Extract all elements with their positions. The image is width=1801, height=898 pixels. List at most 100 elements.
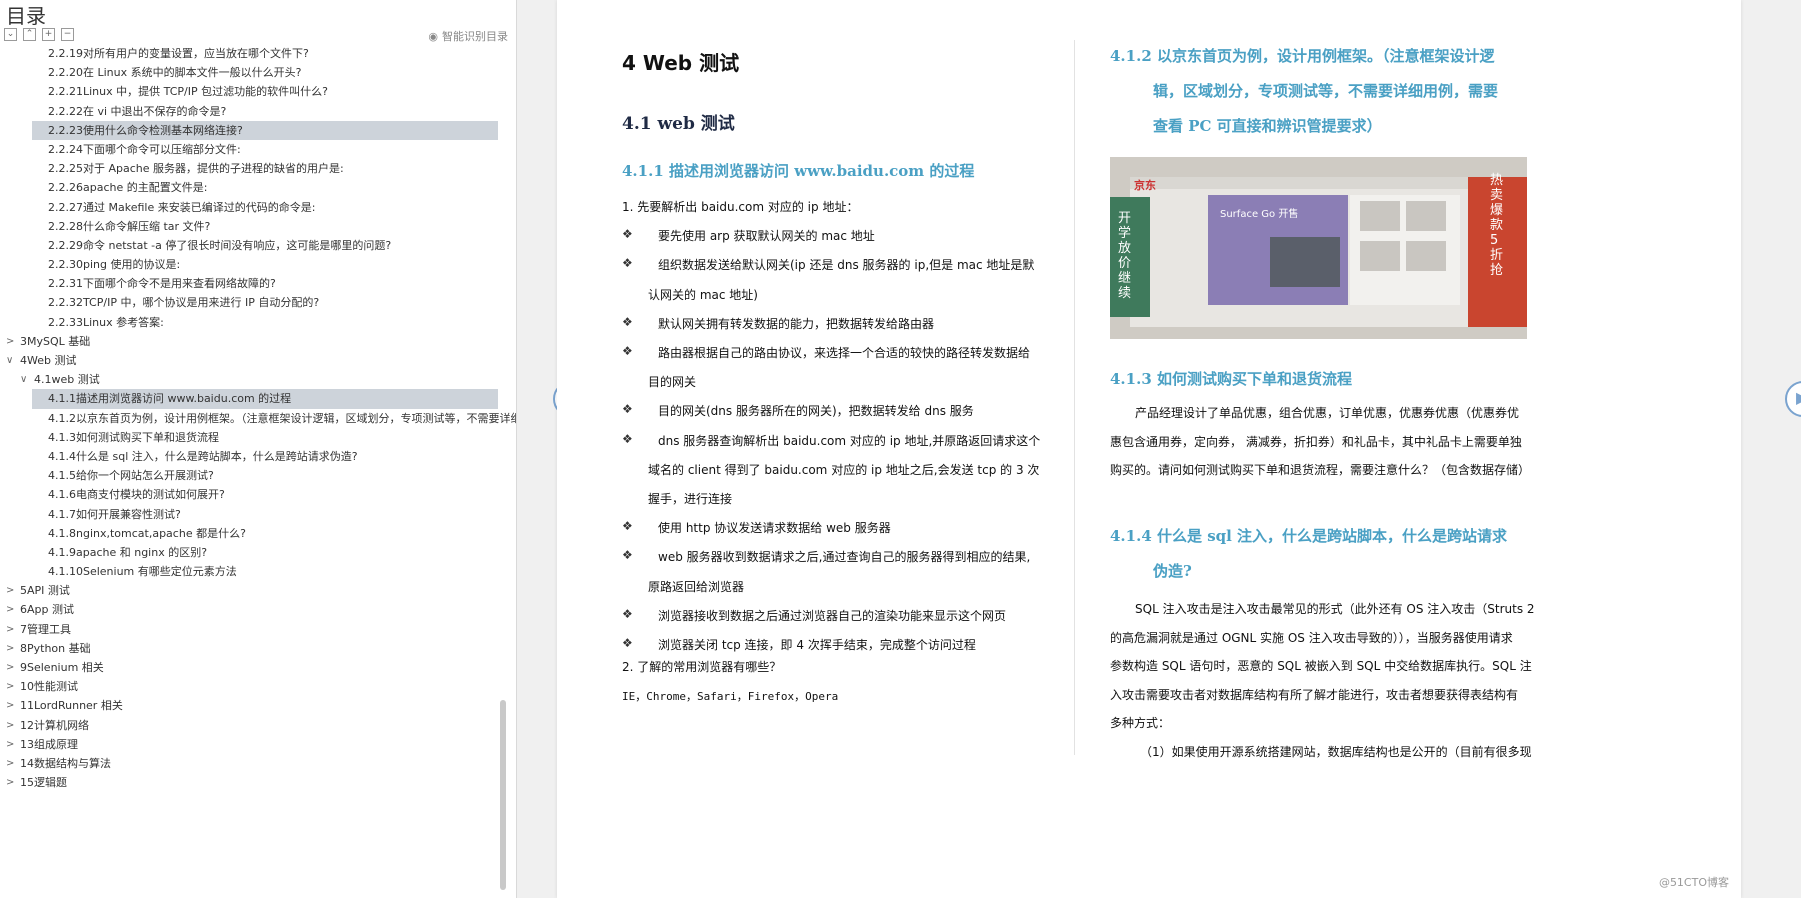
toc-item-label: 11LordRunner 相关 xyxy=(20,699,123,713)
toc-item-label: 4.1.8nginx,tomcat,apache 都是什么? xyxy=(48,526,246,540)
chevron-down-icon[interactable]: ∨ xyxy=(20,370,27,389)
toc-item[interactable]: 2.2.32TCP/IP 中，哪个协议是用来进行 IP 自动分配的? xyxy=(0,293,516,312)
toc-item-label: 4.1web 测试 xyxy=(34,373,100,387)
chevron-right-icon[interactable]: > xyxy=(6,600,14,619)
toc-item[interactable]: 2.2.21Linux 中，提供 TCP/IP 包过滤功能的软件叫什么? xyxy=(0,82,516,101)
toc-item[interactable]: >5API 测试 xyxy=(0,581,516,600)
bullet-icon: ❖ xyxy=(622,227,633,242)
expand-all-icon[interactable]: ⌃ xyxy=(23,28,36,41)
chevron-right-icon[interactable]: > xyxy=(6,754,14,773)
body-line: dns 服务器查询解析出 baidu.com 对应的 ip 地址,并原路返回请求… xyxy=(658,433,1041,448)
toc-item-label: 2.2.24下面哪个命令可以压缩部分文件: xyxy=(48,142,241,156)
toc-item[interactable]: 4.1.2以京东首页为例，设计用例框架。（注意框架设计逻辑，区域划分，专项测试等… xyxy=(0,409,516,428)
toc-item-label: 4.1.4什么是 sql 注入，什么是跨站脚本，什么是跨站请求伪造? xyxy=(48,449,358,463)
body-line: 组织数据发送给默认网关(ip 还是 dns 服务器的 ip,但是 mac 地址是… xyxy=(658,258,1035,273)
body-line: 产品经理设计了单品优惠，组合优惠，订单优惠，优惠券优惠（优惠券优 xyxy=(1135,406,1520,420)
chevron-right-icon[interactable]: > xyxy=(6,677,14,696)
toc-item[interactable]: 2.2.31下面哪个命令不是用来查看网络故障的? xyxy=(0,274,516,293)
body-line: （1）如果使用开源系统搭建网站，数据库结构也是公开的（目前有很多现 xyxy=(1140,744,1532,759)
toc-item-label: 8Python 基础 xyxy=(20,641,91,655)
chevron-right-icon[interactable]: > xyxy=(6,735,14,754)
jd-homepage-photo-svg xyxy=(1110,157,1527,339)
smart-toc-button[interactable]: ◉ 智能识别目录 xyxy=(428,28,508,44)
chevron-right-icon[interactable]: > xyxy=(6,620,14,639)
toc-item[interactable]: 4.1.9apache 和 nginx 的区别? xyxy=(0,543,516,562)
body-line: 认网关的 mac 地址) xyxy=(648,287,758,302)
toc-item[interactable]: 2.2.29命令 netstat -a 停了很长时间没有响应，这可能是哪里的问题… xyxy=(0,236,516,255)
toc-item[interactable]: >12计算机网络 xyxy=(0,716,516,735)
body-line: 浏览器接收到数据之后通过浏览器自己的渲染功能来显示这个网页 xyxy=(658,608,1007,623)
toc-item[interactable]: >13组成原理 xyxy=(0,735,516,754)
toc-item[interactable]: 2.2.33Linux 参考答案: xyxy=(0,313,516,332)
chevron-right-icon[interactable]: > xyxy=(6,716,14,735)
toc-item[interactable]: 2.2.25对于 Apache 服务器，提供的子进程的缺省的用户是: xyxy=(0,159,516,178)
toc-item[interactable]: 2.2.27通过 Makefile 来安装已编译过的代码的命令是: xyxy=(0,198,516,217)
toc-item-label: 2.2.25对于 Apache 服务器，提供的子进程的缺省的用户是: xyxy=(48,162,344,176)
bullet-icon: ❖ xyxy=(622,519,633,534)
jd-logo-text: 京东 xyxy=(1134,179,1156,192)
toc-item[interactable]: 2.2.30ping 使用的协议是: xyxy=(0,255,516,274)
promo-left-text: 开学放价继续 xyxy=(1118,211,1132,301)
toc-item[interactable]: 4.1.1描述用浏览器访问 www.baidu.com 的过程 xyxy=(32,389,498,409)
toc-item[interactable]: ∨ 4Web 测试 xyxy=(0,351,516,370)
toc-item[interactable]: >6App 测试 xyxy=(0,600,516,619)
toc-item[interactable]: 2.2.24下面哪个命令可以压缩部分文件: xyxy=(0,140,516,159)
bullet-icon: ❖ xyxy=(622,256,633,271)
toc-item[interactable]: 2.2.26apache 的主配置文件是: xyxy=(0,178,516,197)
collapse-all-icon[interactable]: ⌄ xyxy=(4,28,17,41)
toc-item[interactable]: >8Python 基础 xyxy=(0,639,516,658)
toc-item[interactable]: 4.1.3如何测试购买下单和退货流程 xyxy=(0,428,516,447)
toc-item-label: 2.2.30ping 使用的协议是: xyxy=(48,258,181,272)
toc-item[interactable]: >9Selenium 相关 xyxy=(0,658,516,677)
toc-item[interactable]: 2.2.20在 Linux 系统中的脚本文件一般以什么开头? xyxy=(0,63,516,82)
body-line: 入攻击需要攻击者对数据库结构有所了解才能进行，攻击者想要获得表结构有 xyxy=(1110,687,1519,702)
toc-sidebar: 目录 ⌄ ⌃ + − ◉ 智能识别目录 2.2.19对所有用户的变量设置，应当放… xyxy=(0,0,517,898)
toc-item[interactable]: 2.2.22在 vi 中退出不保存的命令是? xyxy=(0,102,516,121)
chevron-right-icon[interactable]: > xyxy=(6,773,14,792)
toc-item[interactable]: 2.2.19对所有用户的变量设置，应当放在哪个文件下? xyxy=(0,44,516,63)
toc-item[interactable]: 4.1.4什么是 sql 注入，什么是跨站脚本，什么是跨站请求伪造? xyxy=(0,447,516,466)
toc-item[interactable]: >14数据结构与算法 xyxy=(0,754,516,773)
add-bookmark-icon[interactable]: + xyxy=(42,28,55,41)
toc-item[interactable]: >11LordRunner 相关 xyxy=(0,696,516,715)
toc-item[interactable]: 2.2.23使用什么命令检测基本网络连接? xyxy=(32,120,498,140)
bullet-icon: ❖ xyxy=(622,402,633,417)
body-line: web 服务器收到数据请求之后,通过查询自己的服务器得到相应的结果, xyxy=(658,550,1031,565)
next-page-button[interactable]: ▶ xyxy=(1785,381,1801,417)
toc-item[interactable]: 4.1.6电商支付模块的测试如何展开? xyxy=(0,485,516,504)
toc-item-label: 2.2.26apache 的主配置文件是: xyxy=(48,181,208,195)
section-heading: 4.1 web 测试 xyxy=(622,114,735,134)
chevron-right-icon[interactable]: > xyxy=(6,639,14,658)
heading-line: 伪造? xyxy=(1153,562,1192,580)
toc-item-label: 2.2.32TCP/IP 中，哪个协议是用来进行 IP 自动分配的? xyxy=(48,296,320,310)
toc-item[interactable]: >7管理工具 xyxy=(0,620,516,639)
toc-item[interactable]: 4.1.5给你一个网站怎么开展测试? xyxy=(0,466,516,485)
bullet-icon: ❖ xyxy=(622,606,633,621)
body-line: 原路返回给浏览器 xyxy=(648,579,745,594)
smart-eye-icon: ◉ xyxy=(428,29,438,43)
toc-item[interactable]: ∨ 4.1web 测试 xyxy=(0,370,516,389)
chevron-right-icon[interactable]: > xyxy=(6,581,14,600)
toc-item-label: 2.2.23使用什么命令检测基本网络连接? xyxy=(48,123,243,137)
body-line: 惠包含通用券，定向券， 满减券，折扣券）和礼品卡，其中礼品卡上需要单独 xyxy=(1110,434,1522,449)
toc-item[interactable]: 2.2.28什么命令解压缩 tar 文件? xyxy=(0,217,516,236)
body-line: 域名的 client 得到了 baidu.com 对应的 ip 地址之后,会发送… xyxy=(648,462,1040,477)
toc-item[interactable]: 4.1.10Selenium 有哪些定位元素方法 xyxy=(0,562,516,581)
chevron-right-icon[interactable]: > xyxy=(6,332,14,351)
chevron-down-icon[interactable]: ∨ xyxy=(6,351,13,370)
toc-item-label: 2.2.21Linux 中，提供 TCP/IP 包过滤功能的软件叫什么? xyxy=(48,85,328,99)
heading-line: 查看 PC 可直接和辨识管提要求） xyxy=(1153,117,1382,135)
remove-bookmark-icon[interactable]: − xyxy=(61,28,74,41)
toc-item[interactable]: >15逻辑题 xyxy=(0,773,516,792)
toc-item-label: 2.2.33Linux 参考答案: xyxy=(48,315,164,329)
chevron-right-icon[interactable]: > xyxy=(6,696,14,715)
toc-item[interactable]: 4.1.8nginx,tomcat,apache 都是什么? xyxy=(0,524,516,543)
toc-item[interactable]: >10性能测试 xyxy=(0,677,516,696)
bullet-icon: ❖ xyxy=(622,548,633,563)
toc-scroll-thumb[interactable] xyxy=(500,700,506,890)
toc-item[interactable]: >3MySQL 基础 xyxy=(0,332,516,351)
chevron-right-icon[interactable]: > xyxy=(6,658,14,677)
heading-line: 辑，区域划分，专项测试等，不需要详细用例，需要 xyxy=(1153,82,1499,100)
toc-item[interactable]: 4.1.7如何开展兼容性测试? xyxy=(0,505,516,524)
body-line: 路由器根据自己的路由协议，来选择一个合适的较快的路径转发数据给 xyxy=(658,346,1031,360)
